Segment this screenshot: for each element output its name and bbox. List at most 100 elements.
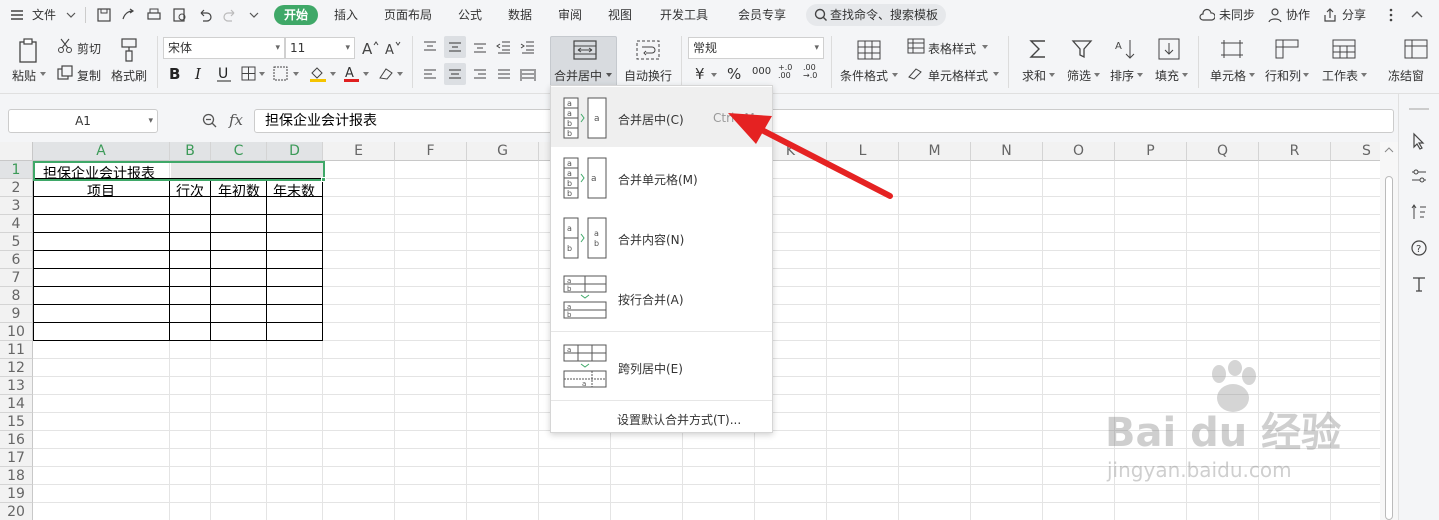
row-header-7[interactable]: 7 xyxy=(0,269,33,287)
sync-status[interactable]: 未同步 xyxy=(1219,6,1255,24)
row-header-12[interactable]: 12 xyxy=(0,359,33,377)
row-header-5[interactable]: 5 xyxy=(0,233,33,251)
user-icon[interactable] xyxy=(1268,7,1282,23)
copy-icon[interactable] xyxy=(57,65,73,81)
column-header-d[interactable]: D xyxy=(267,142,323,161)
justify-icon[interactable] xyxy=(496,68,512,82)
column-header-g[interactable]: G xyxy=(467,142,539,161)
paste-icon[interactable] xyxy=(17,38,41,64)
collab-button[interactable]: 协作 xyxy=(1286,6,1310,24)
clear-format-icon[interactable] xyxy=(377,66,405,82)
row-header-18[interactable]: 18 xyxy=(0,467,33,485)
font-color-icon[interactable]: A xyxy=(343,65,371,83)
cell-b2[interactable]: 行次 xyxy=(176,181,204,201)
align-right-icon[interactable] xyxy=(472,68,488,82)
text-icon[interactable] xyxy=(1411,276,1427,292)
percent-icon[interactable]: % xyxy=(727,65,741,83)
copy-label[interactable]: 复制 xyxy=(77,67,101,84)
column-header-r[interactable]: R xyxy=(1259,142,1331,161)
freeze-pane-label[interactable]: 冻结窗 xyxy=(1388,67,1424,84)
table-style-label[interactable]: 表格样式 xyxy=(928,40,976,57)
adjust-icon[interactable] xyxy=(1411,168,1427,184)
worksheet-label[interactable]: 工作表 xyxy=(1322,67,1358,84)
decrease-indent-icon[interactable] xyxy=(496,40,512,54)
filter-dropdown-icon[interactable] xyxy=(1094,73,1100,77)
format-painter-icon[interactable] xyxy=(120,38,138,62)
quick-access-more-icon[interactable] xyxy=(249,11,259,19)
cell-d2[interactable]: 年末数 xyxy=(273,181,315,201)
column-header-q[interactable]: Q xyxy=(1187,142,1259,161)
merge-center-button[interactable]: 合并居中 xyxy=(550,36,617,89)
align-bottom-icon[interactable] xyxy=(472,40,488,54)
filter-label[interactable]: 筛选 xyxy=(1067,67,1091,84)
column-header-b[interactable]: B xyxy=(170,142,211,161)
cell-label[interactable]: 单元格 xyxy=(1210,67,1246,84)
column-header-c[interactable]: C xyxy=(211,142,267,161)
fill-handle[interactable] xyxy=(321,177,326,182)
paste-label[interactable]: 粘贴 xyxy=(12,67,36,84)
tab-data[interactable]: 数据 xyxy=(508,5,532,25)
sort-icon[interactable]: A xyxy=(1114,38,1138,60)
sum-icon[interactable] xyxy=(1028,38,1048,60)
freeze-pane-icon[interactable] xyxy=(1404,39,1428,59)
number-format-dropdown[interactable]: 常规 ▾ xyxy=(688,37,824,59)
font-size-dropdown[interactable]: 11 ▾ xyxy=(285,37,355,59)
font-name-dropdown[interactable]: 宋体 ▾ xyxy=(163,37,285,59)
wrap-text-icon[interactable] xyxy=(636,40,660,60)
scroll-up-icon[interactable] xyxy=(1384,146,1394,154)
select-pointer-icon[interactable] xyxy=(1412,132,1426,150)
undo-icon[interactable] xyxy=(197,7,213,23)
row-header-10[interactable]: 10 xyxy=(0,323,33,341)
tab-insert[interactable]: 插入 xyxy=(334,5,358,25)
cut-icon[interactable] xyxy=(57,38,73,54)
format-painter-label[interactable]: 格式刷 xyxy=(111,67,147,84)
name-box[interactable]: A1 ▾ xyxy=(8,109,158,133)
cloud-icon[interactable] xyxy=(1199,8,1215,22)
row-header-14[interactable]: 14 xyxy=(0,395,33,413)
distributed-icon[interactable] xyxy=(520,68,536,82)
menu-item-center-across[interactable]: aa 跨列居中(E) xyxy=(551,336,772,396)
row-header-11[interactable]: 11 xyxy=(0,341,33,359)
cell-c2[interactable]: 年初数 xyxy=(218,181,260,201)
collapse-ribbon-icon[interactable] xyxy=(1411,9,1423,19)
sort-label[interactable]: 排序 xyxy=(1110,67,1134,84)
tab-review[interactable]: 审阅 xyxy=(558,5,582,25)
vertical-scrollbar[interactable] xyxy=(1380,142,1398,520)
align-left-icon[interactable] xyxy=(422,68,438,82)
tab-view[interactable]: 视图 xyxy=(608,5,632,25)
select-all-corner[interactable] xyxy=(0,142,33,161)
cut-label[interactable]: 剪切 xyxy=(77,40,101,57)
cell-style-label[interactable]: 单元格样式 xyxy=(928,67,988,84)
thousands-separator-icon[interactable]: 000 xyxy=(752,66,771,77)
cell-style-icon[interactable] xyxy=(907,65,925,81)
fill-color-icon[interactable] xyxy=(309,65,337,83)
save-icon[interactable] xyxy=(96,7,112,23)
decrease-font-icon[interactable]: A xyxy=(385,40,403,56)
export-icon[interactable] xyxy=(120,7,136,23)
table-style-icon[interactable] xyxy=(907,38,925,54)
row-header-3[interactable]: 3 xyxy=(0,197,33,215)
sum-label[interactable]: 求和 xyxy=(1022,67,1046,84)
cell-style-dropdown-icon[interactable] xyxy=(993,72,999,76)
align-top-icon[interactable] xyxy=(422,40,438,54)
conditional-format-dropdown-icon[interactable] xyxy=(892,73,898,77)
cell-fill-icon[interactable] xyxy=(273,66,301,82)
fx-icon[interactable]: fx xyxy=(229,111,243,129)
currency-dropdown-icon[interactable] xyxy=(711,73,717,77)
more-icon[interactable] xyxy=(1389,7,1393,23)
row-col-icon[interactable] xyxy=(1275,39,1299,59)
command-search[interactable]: 查找命令、搜索模板 xyxy=(806,4,946,26)
row-header-20[interactable]: 20 xyxy=(0,503,33,520)
row-header-15[interactable]: 15 xyxy=(0,413,33,431)
border-icon[interactable] xyxy=(241,66,267,82)
row-header-13[interactable]: 13 xyxy=(0,377,33,395)
row-col-label[interactable]: 行和列 xyxy=(1265,67,1301,84)
decrease-decimal-icon[interactable]: .00 →.0 xyxy=(803,64,823,80)
increase-font-icon[interactable]: A xyxy=(362,40,380,56)
align-center-button[interactable] xyxy=(444,63,466,85)
row-header-16[interactable]: 16 xyxy=(0,431,33,449)
share-button[interactable]: 分享 xyxy=(1342,6,1366,24)
row-col-dropdown-icon[interactable] xyxy=(1303,73,1309,77)
row-header-19[interactable]: 19 xyxy=(0,485,33,503)
table-style-dropdown-icon[interactable] xyxy=(982,45,988,49)
